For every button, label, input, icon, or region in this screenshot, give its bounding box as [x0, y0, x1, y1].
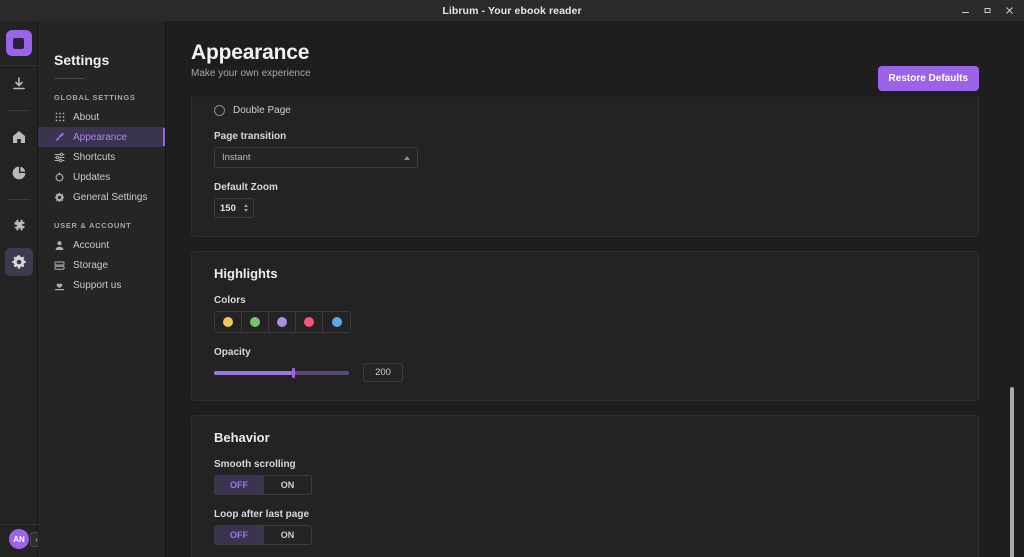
main-content: Appearance Make your own experience Rest…: [166, 21, 1024, 557]
display-panel: Double Page Page transition Instant Defa…: [191, 97, 979, 237]
stepper-arrows-icon[interactable]: [244, 204, 248, 212]
opacity-slider[interactable]: [214, 367, 349, 378]
home-icon[interactable]: [5, 123, 33, 151]
paint-brush-icon: [54, 132, 65, 143]
page-transition-value: Instant: [222, 152, 251, 163]
opacity-label: Opacity: [214, 347, 251, 358]
addons-icon[interactable]: [5, 212, 33, 240]
highlights-title: Highlights: [214, 266, 278, 281]
smooth-scrolling-field: Smooth scrolling OFF ON: [214, 459, 956, 495]
double-page-label: Double Page: [233, 104, 291, 116]
opacity-field: Opacity 200: [214, 347, 956, 382]
sidebar-item-label: General Settings: [73, 191, 148, 203]
color-swatch[interactable]: [242, 312, 269, 332]
sidebar-item-general-settings[interactable]: General Settings: [38, 187, 165, 207]
smooth-scrolling-off[interactable]: OFF: [215, 476, 263, 494]
sidebar-item-account[interactable]: Account: [38, 235, 165, 255]
opacity-value[interactable]: 200: [363, 363, 403, 382]
close-icon[interactable]: [998, 0, 1020, 21]
sidebar-title: Settings: [54, 52, 110, 68]
page-header: Appearance Make your own experience Rest…: [166, 21, 1024, 97]
behavior-panel: Behavior Smooth scrolling OFF ON Loop af…: [191, 415, 979, 557]
sidebar-item-label: Account: [73, 239, 110, 251]
loop-label: Loop after last page: [214, 509, 310, 520]
chevron-up-icon: [404, 155, 410, 160]
double-page-option[interactable]: Double Page: [214, 101, 956, 119]
minimize-icon[interactable]: [954, 0, 976, 21]
swatch-dot-5: [331, 317, 342, 327]
slider-fill: [214, 370, 293, 375]
window-title: Librum - Your ebook reader: [442, 4, 582, 17]
default-zoom-value: 150: [220, 202, 236, 214]
default-zoom-stepper[interactable]: 150: [214, 198, 254, 218]
sidebar-item-label: Updates: [73, 171, 111, 183]
behavior-title: Behavior: [214, 430, 270, 445]
sidebar-item-label: Appearance: [73, 131, 127, 143]
settings-sidebar: Settings GLOBAL SETTINGS About Appearanc…: [38, 21, 166, 557]
sidebar-item-label: About: [73, 111, 100, 123]
opacity-row: 200: [214, 363, 956, 382]
statistics-icon[interactable]: [5, 159, 33, 187]
grid-dots-icon: [54, 112, 65, 123]
settings-gear-icon[interactable]: [4, 248, 33, 276]
slider-handle[interactable]: [292, 367, 296, 378]
colors-field: Colors: [214, 295, 956, 333]
color-swatch[interactable]: [323, 312, 350, 332]
swatch-dot-4: [304, 317, 314, 327]
sidebar-item-updates[interactable]: Updates: [38, 167, 165, 187]
sidebar-item-label: Support us: [73, 279, 122, 291]
swatch-dot-2: [250, 317, 260, 327]
nav-group-global-label: GLOBAL SETTINGS: [54, 93, 136, 102]
librum-logo[interactable]: [5, 30, 32, 56]
icon-rail: AN ›: [0, 21, 43, 557]
window-controls: [954, 0, 1020, 21]
refresh-icon: [54, 171, 65, 183]
loop-after-last-page-field: Loop after last page OFF ON: [214, 509, 956, 545]
swatch-dot-1: [223, 317, 233, 327]
highlights-panel: Highlights Colors Opacity 200: [191, 251, 979, 401]
scrollbar-thumb[interactable]: [1010, 387, 1014, 557]
sidebar-item-label: Shortcuts: [73, 151, 116, 163]
page-transition-field: Page transition Instant: [214, 131, 956, 168]
sidebar-item-about[interactable]: About: [38, 107, 165, 127]
smooth-scrolling-on[interactable]: ON: [263, 476, 311, 494]
sidebar-item-shortcuts[interactable]: Shortcuts: [38, 147, 165, 167]
sliders-icon: [54, 152, 65, 163]
avatar[interactable]: AN: [9, 529, 29, 549]
color-swatch[interactable]: [269, 312, 296, 332]
default-zoom-field: Default Zoom 150: [214, 182, 956, 218]
loop-on[interactable]: ON: [263, 526, 311, 544]
default-zoom-label: Default Zoom: [214, 182, 278, 193]
nav-group-user-label: USER & ACCOUNT: [54, 221, 132, 230]
storage-icon: [54, 260, 65, 271]
loop-off[interactable]: OFF: [215, 526, 263, 544]
swatch-dot-3: [277, 317, 287, 327]
settings-scroll-area[interactable]: Double Page Page transition Instant Defa…: [166, 97, 1024, 557]
page-transition-label: Page transition: [214, 131, 287, 142]
smooth-scrolling-label: Smooth scrolling: [214, 459, 296, 470]
radio-icon: [214, 104, 225, 116]
person-icon: [54, 240, 65, 251]
colors-label: Colors: [214, 295, 246, 306]
page-title: Appearance: [191, 41, 310, 64]
sidebar-item-label: Storage: [73, 259, 109, 271]
restore-defaults-button[interactable]: Restore Defaults: [877, 66, 979, 91]
highlight-color-swatches: [214, 311, 351, 333]
color-swatch[interactable]: [296, 312, 323, 332]
sidebar-item-storage[interactable]: Storage: [38, 255, 165, 275]
color-swatch[interactable]: [215, 312, 242, 332]
scrollbar[interactable]: [1009, 97, 1014, 557]
body: AN › Settings GLOBAL SETTINGS About Appe…: [0, 21, 1024, 557]
sidebar-item-support-us[interactable]: Support us: [38, 275, 165, 295]
app-window: Librum - Your ebook reader AN › Settings…: [0, 0, 1024, 557]
title-bar: Librum - Your ebook reader: [0, 0, 1024, 21]
sidebar-item-appearance[interactable]: Appearance: [38, 127, 165, 147]
smooth-scrolling-toggle: OFF ON: [214, 475, 312, 495]
page-transition-select[interactable]: Instant: [214, 147, 418, 168]
heart-hand-icon: [54, 280, 65, 291]
downloads-icon[interactable]: [5, 70, 33, 98]
loop-toggle: OFF ON: [214, 525, 312, 545]
gear-icon: [54, 192, 65, 203]
maximize-icon[interactable]: [976, 0, 998, 21]
